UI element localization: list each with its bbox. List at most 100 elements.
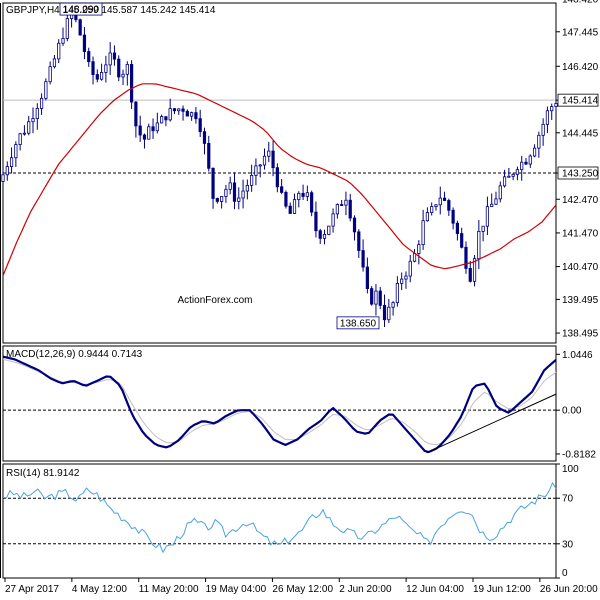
candle-body bbox=[331, 213, 335, 227]
candle-body bbox=[374, 290, 378, 305]
candle-body bbox=[502, 176, 507, 187]
candle-body bbox=[245, 184, 249, 192]
candle-body bbox=[181, 108, 185, 112]
candle-body bbox=[421, 220, 425, 245]
xtick-label: 19 May 04:00 bbox=[206, 584, 267, 595]
candle-body bbox=[498, 185, 502, 200]
candle-body bbox=[322, 234, 327, 239]
candle-body bbox=[14, 144, 18, 159]
candle-body bbox=[370, 288, 374, 305]
price-panel: ActionForex.com 148.420 147.445 146.420 145.… bbox=[1, 0, 599, 340]
forex-chart: ActionForex.com 148.420 147.445 146.420 145.… bbox=[0, 0, 600, 600]
candle-body bbox=[228, 182, 232, 190]
candle-body bbox=[545, 110, 550, 125]
candle-body bbox=[254, 165, 258, 176]
candle-body bbox=[494, 198, 498, 205]
rsi-ytick-label: 0 bbox=[562, 568, 568, 579]
xtick-label: 2 Jun 20:00 bbox=[339, 584, 392, 595]
candle-body bbox=[408, 260, 412, 277]
candle-body bbox=[335, 204, 339, 215]
candle-body bbox=[438, 197, 442, 206]
candle-body bbox=[134, 101, 138, 127]
xtick-label: 26 Jun 20:00 bbox=[540, 584, 598, 595]
candle-body bbox=[237, 197, 241, 202]
candle-body bbox=[280, 186, 284, 193]
candle-body bbox=[451, 209, 455, 224]
candle-body bbox=[9, 157, 14, 167]
annotation-low: 138.650 bbox=[340, 318, 377, 329]
candle-body bbox=[524, 161, 528, 165]
candle-body bbox=[292, 199, 297, 214]
candle-body bbox=[232, 182, 237, 202]
candle-body bbox=[310, 192, 314, 213]
candle-body bbox=[425, 212, 429, 222]
candle-body bbox=[412, 253, 417, 262]
candle-body bbox=[387, 306, 391, 321]
candle-body bbox=[468, 268, 472, 282]
candle-body bbox=[318, 230, 322, 239]
candle-body bbox=[434, 204, 438, 207]
candle-body bbox=[151, 126, 155, 132]
candle-body bbox=[404, 275, 408, 280]
ytick-label: 138.495 bbox=[562, 329, 599, 340]
candle-body bbox=[155, 122, 159, 132]
candle-body bbox=[91, 61, 95, 75]
candle-body bbox=[220, 196, 224, 202]
rsi-ytick-label: 30 bbox=[562, 539, 574, 550]
candle-body bbox=[138, 125, 142, 136]
candle-body bbox=[78, 19, 82, 36]
candle-body bbox=[250, 175, 254, 186]
candle-body bbox=[27, 121, 31, 134]
rsi-panel: 100 70 30 0 RSI(14) 81.9142 bbox=[2, 463, 579, 579]
candle-body bbox=[22, 132, 27, 135]
candle-body bbox=[515, 169, 520, 175]
candle-body bbox=[82, 34, 87, 52]
ytick-label: 139.495 bbox=[562, 295, 599, 306]
candle-body bbox=[352, 217, 357, 233]
candle-body bbox=[142, 134, 147, 140]
candle-body bbox=[275, 167, 279, 188]
ytick-label: 147.445 bbox=[562, 27, 599, 38]
candle-body bbox=[442, 197, 447, 201]
candle-body bbox=[537, 134, 541, 149]
candle-body bbox=[301, 192, 305, 197]
rsi-ytick-label: 100 bbox=[562, 464, 579, 475]
candle-body bbox=[507, 175, 511, 178]
xtick-label: 11 May 20:00 bbox=[139, 584, 199, 595]
candle-body bbox=[305, 192, 309, 197]
macd-trendline bbox=[426, 393, 557, 454]
candle-body bbox=[112, 52, 117, 60]
candle-body bbox=[340, 204, 344, 206]
candle-body bbox=[477, 230, 481, 260]
candle-body bbox=[147, 126, 151, 140]
candle-body bbox=[297, 192, 301, 201]
candle-body bbox=[288, 205, 292, 214]
ytick-label: 148.420 bbox=[562, 0, 599, 5]
candle-body bbox=[117, 58, 121, 78]
ma-line bbox=[2, 83, 557, 276]
candle-body bbox=[39, 97, 44, 109]
candle-body bbox=[528, 155, 532, 165]
candle-body bbox=[541, 123, 545, 136]
candle-body bbox=[361, 250, 365, 268]
ytick-label: 144.445 bbox=[562, 128, 599, 139]
watermark: ActionForex.com bbox=[177, 295, 252, 306]
candle-body bbox=[18, 133, 22, 145]
ytick-label: 140.470 bbox=[562, 262, 599, 273]
candle-body bbox=[198, 118, 202, 133]
candle-body bbox=[395, 283, 399, 304]
candle-body bbox=[357, 231, 361, 251]
ytick-label: 145.414 bbox=[562, 96, 599, 107]
candle-body bbox=[52, 58, 57, 68]
candle-body bbox=[258, 164, 262, 167]
candle-body bbox=[382, 304, 387, 321]
candle-body bbox=[464, 246, 468, 269]
candle-body bbox=[511, 173, 515, 177]
rsi-title: RSI(14) 81.9142 bbox=[6, 468, 80, 479]
candle-body bbox=[391, 302, 395, 308]
candle-body bbox=[164, 116, 168, 121]
candle-body bbox=[241, 190, 245, 199]
macd-panel: 1.0446 0.00 -0.8182 MACD(12,26,9) 0.9444 0.… bbox=[2, 349, 596, 460]
chart-canvas: ActionForex.com 148.420 147.445 146.420 145.… bbox=[0, 0, 599, 595]
candle-body bbox=[61, 38, 65, 44]
